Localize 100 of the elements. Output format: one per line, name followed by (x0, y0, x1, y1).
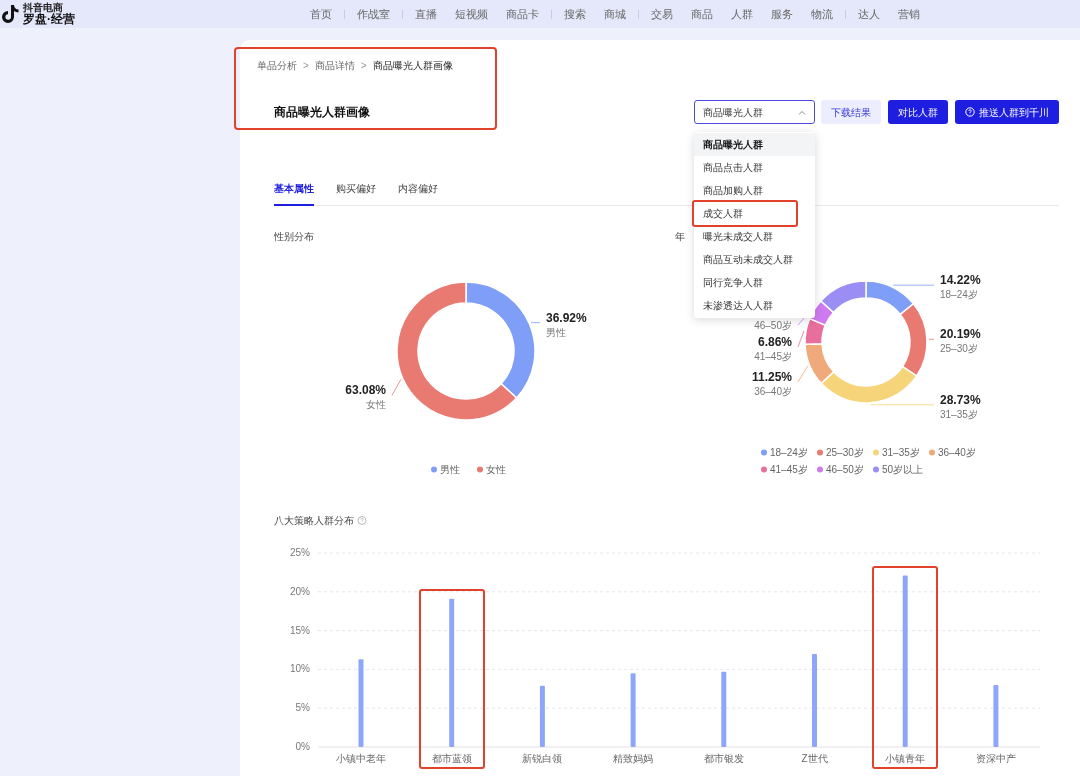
nav-link[interactable]: 搜索 (564, 5, 586, 23)
nav-link[interactable]: 直播 (415, 5, 437, 23)
legend-dot (817, 449, 823, 456)
page-title: 商品曝光人群画像 (274, 104, 370, 121)
action-button[interactable]: 推送人群到千川 (955, 100, 1059, 124)
dropdown-option[interactable]: 商品互动未成交人群 (694, 248, 815, 271)
leader-line (870, 404, 935, 406)
slice-name: 男性 (546, 326, 566, 338)
legend-dot (477, 466, 483, 473)
leader-line (391, 378, 402, 396)
population-select[interactable]: 商品曝光人群 (694, 100, 815, 124)
breadcrumb-link[interactable]: 单品分析 (257, 58, 297, 73)
leader-line (892, 284, 935, 286)
bar (539, 685, 545, 747)
nav-link[interactable]: 首页 (310, 5, 332, 23)
slice-value: 14.22% (940, 273, 981, 288)
nav-link[interactable]: 商品卡 (506, 5, 539, 23)
nav-link[interactable]: 商品 (691, 5, 713, 23)
nav-link[interactable]: 达人 (858, 5, 880, 23)
legend-dot (929, 449, 935, 456)
legend-label[interactable]: 36–40岁 (938, 447, 976, 458)
leader-line (797, 330, 805, 348)
dropdown-option[interactable]: 商品加购人群 (694, 179, 815, 202)
axis-tick-label: 25% (290, 547, 310, 558)
bar (993, 684, 999, 747)
legend-label[interactable]: 46–50岁 (826, 464, 864, 475)
help-icon[interactable] (357, 516, 367, 525)
chart-title: 八大策略人群分布 (274, 515, 354, 526)
breadcrumb-separator: > (360, 59, 367, 73)
axis-tick-label: 0% (295, 741, 310, 752)
slice-name: 女性 (366, 399, 386, 411)
legend-dot (873, 466, 879, 473)
category-label: 小镇青年 (885, 753, 926, 764)
slice-value: 20.19% (940, 327, 981, 342)
slice-name: 18–24岁 (940, 289, 978, 301)
legend-dot (817, 466, 823, 473)
action-button[interactable]: 下载结果 (821, 100, 881, 124)
chart-title: 性别分布 (274, 231, 314, 242)
legend-dot (761, 449, 767, 456)
breadcrumb-current: 商品曝光人群画像 (372, 59, 453, 73)
slice-name: 36–40岁 (754, 386, 792, 398)
nav-link[interactable]: 服务 (771, 5, 793, 23)
legend-label[interactable]: 男性 (440, 464, 460, 475)
dropdown-option[interactable]: 曝光未成交人群 (694, 225, 815, 248)
chart-title: 年 (675, 231, 685, 242)
nav-link[interactable]: 交易 (651, 5, 673, 23)
slice-value: 36.92% (546, 310, 587, 325)
category-label: Z世代 (801, 753, 828, 764)
category-label: 都市银发 (703, 753, 744, 764)
category-label: 都市蓝领 (431, 753, 472, 764)
legend-label[interactable]: 31–35岁 (882, 447, 920, 458)
breadcrumb-link[interactable]: 商品详情 (314, 58, 355, 73)
legend-dot (431, 466, 437, 473)
nav-link[interactable]: 作战室 (357, 5, 390, 23)
tab[interactable]: 内容偏好 (398, 181, 438, 206)
axis-tick-label: 10% (290, 663, 310, 675)
category-label: 资深中产 (975, 753, 1016, 764)
legend-dot (761, 466, 767, 473)
action-button[interactable]: 对比人群 (888, 100, 948, 124)
dropdown-option[interactable]: 成交人群 (694, 202, 815, 225)
axis-tick-label: 20% (290, 585, 310, 597)
slice-name: 31–35岁 (940, 408, 978, 420)
tab[interactable]: 购买偏好 (336, 181, 376, 206)
axis-tick-label: 15% (290, 624, 310, 636)
tab[interactable]: 基本属性 (274, 181, 314, 206)
leader-line (797, 365, 809, 383)
slice-value: 28.73% (940, 392, 981, 407)
slice-value: 63.08% (345, 383, 386, 398)
slice-name: 25–30岁 (940, 343, 978, 355)
dropdown-option[interactable]: 未渗透达人人群 (694, 294, 815, 317)
nav-link[interactable]: 人群 (731, 5, 753, 23)
category-label: 精致妈妈 (613, 753, 654, 764)
slice-name: 41–45岁 (754, 350, 792, 362)
dropdown-option[interactable]: 商品曝光人群 (694, 133, 815, 156)
nav-link[interactable]: 营销 (898, 5, 920, 23)
caret-icon (798, 109, 806, 115)
category-label: 小镇中老年 (336, 753, 386, 764)
legend-label[interactable]: 25–30岁 (826, 447, 864, 458)
legend-label[interactable]: 50岁以上 (882, 464, 924, 475)
legend-label[interactable]: 41–45岁 (770, 464, 808, 475)
category-label: 新锐白领 (522, 753, 563, 764)
legend-label[interactable]: 18–24岁 (770, 447, 808, 458)
nav-link[interactable]: 物流 (811, 5, 833, 23)
slice-value: 6.86% (757, 334, 792, 349)
dropdown-option[interactable]: 同行竞争人群 (694, 271, 815, 294)
nav-link[interactable]: 短视频 (455, 5, 488, 23)
logo-title: 罗盘·经营 (23, 13, 75, 25)
slice-value: 11.25% (751, 370, 792, 385)
logo-subtitle: 抖音电商 (23, 3, 63, 13)
axis-tick-label: 5% (295, 702, 310, 714)
slice-name: 46–50岁 (754, 319, 792, 331)
leader-line (530, 322, 541, 324)
legend-dot (873, 449, 879, 456)
legend-label[interactable]: 女性 (486, 464, 506, 475)
music-note-logo-icon (2, 4, 20, 24)
dropdown-option[interactable]: 商品点击人群 (694, 156, 815, 179)
help-circle-icon (965, 107, 975, 117)
nav-link[interactable]: 商城 (604, 5, 626, 23)
breadcrumb-separator: > (303, 59, 309, 73)
leader-line (928, 338, 935, 340)
